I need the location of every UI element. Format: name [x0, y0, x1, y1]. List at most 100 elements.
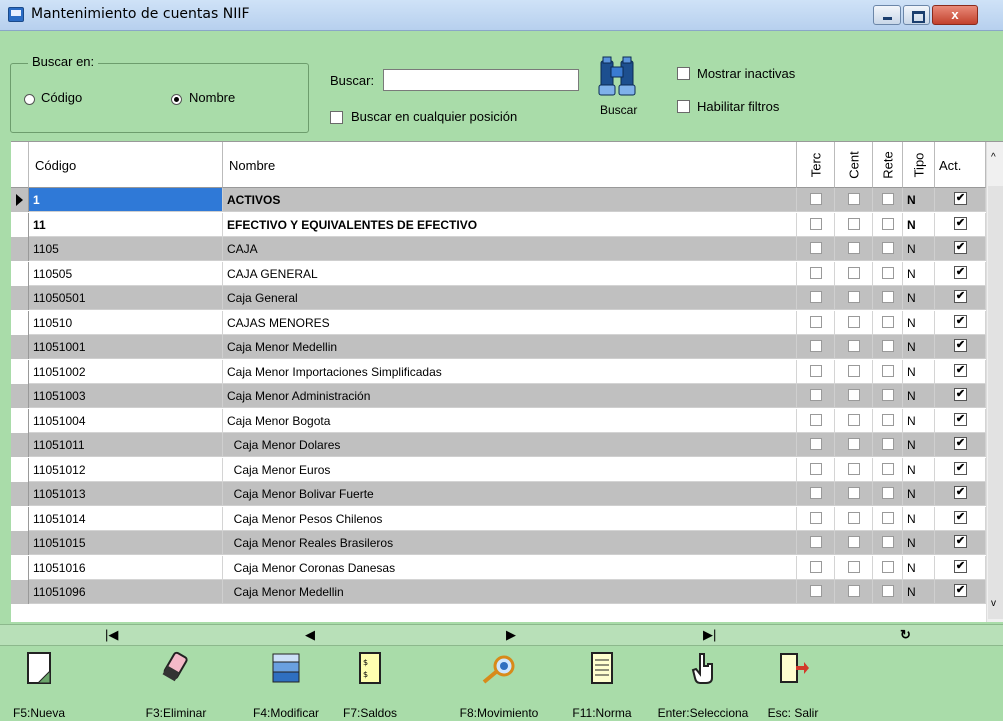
active-checkbox[interactable]: ✔	[954, 584, 967, 597]
cell-terc[interactable]	[797, 531, 835, 555]
cell-code[interactable]: 1105	[29, 237, 223, 261]
cell-cent[interactable]	[835, 506, 873, 531]
cell-name[interactable]: Caja Menor Pesos Chilenos	[223, 506, 797, 531]
column-header-terc[interactable]: Terc	[797, 142, 835, 188]
cell-code[interactable]: 11051096	[29, 580, 223, 604]
column-header-name[interactable]: Nombre	[223, 142, 797, 188]
enable-filters-checkbox[interactable]	[677, 100, 690, 113]
column-header-code[interactable]: Código	[29, 142, 223, 188]
cell-code[interactable]: 11051002	[29, 359, 223, 384]
active-checkbox[interactable]: ✔	[954, 559, 967, 573]
close-button[interactable]: x	[932, 5, 978, 25]
cent-checkbox[interactable]	[847, 560, 860, 573]
cell-tipo[interactable]: N	[903, 580, 935, 604]
cent-checkbox[interactable]	[847, 291, 860, 303]
cell-code[interactable]: 11051012	[29, 457, 223, 482]
cent-checkbox[interactable]	[847, 585, 860, 597]
table-row[interactable]: 11051004 Caja Menor Bogota N ✔	[11, 408, 986, 433]
table-row[interactable]: 110505 CAJA GENERAL N ✔	[11, 261, 986, 286]
table-row[interactable]: 110510 CAJAS MENORES N ✔	[11, 310, 986, 335]
radio-code[interactable]	[24, 94, 35, 105]
cent-checkbox[interactable]	[847, 340, 860, 352]
active-checkbox[interactable]: ✔	[954, 290, 967, 303]
active-checkbox[interactable]: ✔	[954, 241, 967, 254]
cell-name[interactable]: CAJA	[223, 237, 797, 261]
cell-rete[interactable]	[873, 335, 903, 359]
cell-act[interactable]: ✔	[935, 310, 986, 335]
cell-cent[interactable]	[835, 384, 873, 408]
cell-cent[interactable]	[835, 531, 873, 555]
radio-name[interactable]	[171, 94, 182, 105]
cell-act[interactable]: ✔	[935, 433, 986, 457]
row-indicator[interactable]	[11, 384, 29, 408]
cell-act[interactable]: ✔	[935, 580, 986, 604]
previous-record-icon[interactable]: ◀	[305, 627, 315, 643]
cell-act[interactable]: ✔	[935, 482, 986, 506]
table-row[interactable]: 11051016 Caja Menor Coronas Danesas N ✔	[11, 555, 986, 580]
cell-name[interactable]: Caja Menor Reales Brasileros	[223, 531, 797, 555]
terc-checkbox[interactable]	[809, 291, 822, 303]
cell-rete[interactable]	[873, 506, 903, 531]
terc-checkbox[interactable]	[809, 340, 822, 352]
cell-code[interactable]: 110510	[29, 310, 223, 335]
terc-checkbox[interactable]	[809, 487, 822, 499]
active-checkbox[interactable]: ✔	[954, 412, 967, 426]
rete-checkbox[interactable]	[881, 487, 894, 499]
cell-tipo[interactable]: N	[903, 237, 935, 261]
show-inactive-label[interactable]: Mostrar inactivas	[697, 66, 795, 81]
row-indicator[interactable]	[11, 457, 29, 482]
cell-name[interactable]: EFECTIVO Y EQUIVALENTES DE EFECTIVO	[223, 212, 797, 237]
active-checkbox[interactable]: ✔	[954, 265, 967, 279]
cell-rete[interactable]	[873, 310, 903, 335]
cell-rete[interactable]	[873, 359, 903, 384]
cell-terc[interactable]	[797, 555, 835, 580]
cell-code[interactable]: 11	[29, 212, 223, 237]
row-indicator[interactable]	[11, 188, 29, 212]
cell-cent[interactable]	[835, 286, 873, 310]
minimize-button[interactable]	[873, 5, 901, 25]
cell-cent[interactable]	[835, 212, 873, 237]
cell-act[interactable]: ✔	[935, 261, 986, 286]
terc-checkbox[interactable]	[809, 193, 822, 205]
refresh-icon[interactable]: ↻	[900, 627, 911, 643]
cell-act[interactable]: ✔	[935, 212, 986, 237]
cell-act[interactable]: ✔	[935, 384, 986, 408]
f11-norma-button[interactable]: F11:Norma	[563, 648, 641, 720]
rete-checkbox[interactable]	[881, 413, 894, 426]
cell-act[interactable]: ✔	[935, 506, 986, 531]
cell-act[interactable]: ✔	[935, 555, 986, 580]
terc-checkbox[interactable]	[809, 217, 822, 230]
cell-code[interactable]: 11051003	[29, 384, 223, 408]
cell-name[interactable]: Caja Menor Medellin	[223, 580, 797, 604]
active-checkbox[interactable]: ✔	[954, 216, 967, 230]
cell-code[interactable]: 11051013	[29, 482, 223, 506]
rete-checkbox[interactable]	[881, 389, 894, 401]
rete-checkbox[interactable]	[881, 462, 894, 475]
cell-name[interactable]: CAJA GENERAL	[223, 261, 797, 286]
cell-cent[interactable]	[835, 433, 873, 457]
cell-act[interactable]: ✔	[935, 286, 986, 310]
active-checkbox[interactable]: ✔	[954, 192, 967, 205]
cell-rete[interactable]	[873, 261, 903, 286]
row-indicator[interactable]	[11, 433, 29, 457]
cell-terc[interactable]	[797, 580, 835, 604]
cell-name[interactable]: Caja Menor Coronas Danesas	[223, 555, 797, 580]
row-indicator[interactable]	[11, 555, 29, 580]
cell-name[interactable]: Caja Menor Dolares	[223, 433, 797, 457]
cent-checkbox[interactable]	[847, 242, 860, 254]
cent-checkbox[interactable]	[847, 364, 860, 377]
cell-tipo[interactable]: N	[903, 433, 935, 457]
cell-tipo[interactable]: N	[903, 212, 935, 237]
cell-terc[interactable]	[797, 506, 835, 531]
terc-checkbox[interactable]	[809, 389, 822, 401]
cell-cent[interactable]	[835, 555, 873, 580]
cell-tipo[interactable]: N	[903, 482, 935, 506]
active-checkbox[interactable]: ✔	[954, 363, 967, 377]
cell-name[interactable]: ACTIVOS	[223, 188, 797, 212]
rete-checkbox[interactable]	[881, 560, 894, 573]
table-row[interactable]: 1 ACTIVOS N ✔	[11, 188, 986, 212]
maximize-button[interactable]	[903, 5, 930, 25]
esc-salir-button[interactable]: Esc: Salir	[754, 648, 832, 720]
row-indicator[interactable]	[11, 286, 29, 310]
cell-terc[interactable]	[797, 310, 835, 335]
